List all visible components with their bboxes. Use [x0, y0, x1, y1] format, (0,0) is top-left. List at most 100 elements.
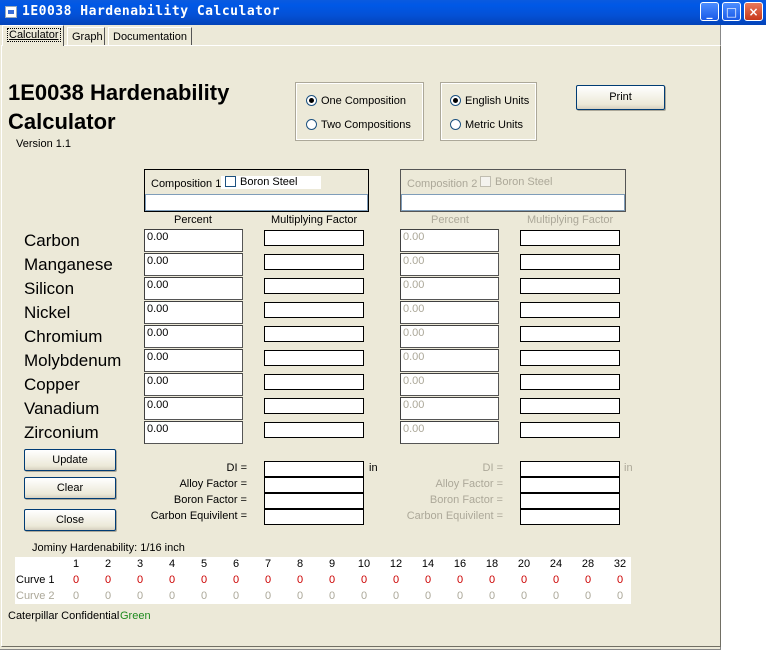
curve1-value: 0	[456, 574, 464, 586]
boron-factor-label-2: Boron Factor =	[429, 494, 503, 506]
percent2-input: 0.00	[400, 325, 499, 348]
jominy-distance: 14	[421, 558, 435, 570]
element-name: Vanadium	[24, 399, 100, 418]
update-button[interactable]: Update	[24, 449, 116, 471]
factor1-output	[264, 422, 364, 438]
curve1-value: 0	[200, 574, 208, 586]
jominy-distance: 9	[328, 558, 336, 570]
percent1-input[interactable]: 0.00	[144, 373, 243, 396]
jominy-distance: 32	[613, 558, 627, 570]
close-window-button[interactable]: ×	[744, 2, 763, 21]
composition1-label: Composition 1	[151, 178, 222, 190]
percent1-input[interactable]: 0.00	[144, 277, 243, 300]
confidential-label: Caterpillar Confidential	[8, 610, 120, 622]
jominy-distance: 12	[389, 558, 403, 570]
curve2-value: 0	[200, 590, 208, 602]
percent2-input: 0.00	[400, 373, 499, 396]
curve1-value: 0	[104, 574, 112, 586]
minimize-button[interactable]: _	[700, 2, 719, 21]
status-label: Green	[120, 610, 151, 622]
curve2-value: 0	[424, 590, 432, 602]
percent1-input[interactable]: 0.00	[144, 421, 243, 444]
radio-metric-units[interactable]: Metric Units	[450, 119, 523, 131]
radio-dot	[450, 95, 461, 106]
curve2-value: 0	[584, 590, 592, 602]
factor2-output	[520, 422, 620, 438]
version-label: Version 1.1	[16, 138, 72, 150]
jominy-distance: 18	[485, 558, 499, 570]
curve1-value: 0	[264, 574, 272, 586]
boron-steel-checkbox-2: Boron Steel	[476, 176, 552, 189]
composition1-name-input[interactable]	[145, 194, 368, 211]
percent1-input[interactable]: 0.00	[144, 253, 243, 276]
radio-one-composition[interactable]: One Composition	[306, 95, 406, 107]
factor2-output	[520, 326, 620, 342]
app-title-line1: 1E0038 Hardenability	[8, 80, 230, 105]
alloy-factor-label-2: Alloy Factor =	[435, 478, 503, 490]
curve1-value: 0	[488, 574, 496, 586]
curve2-value: 0	[552, 590, 560, 602]
curve2-value: 0	[296, 590, 304, 602]
curve2-value: 0	[456, 590, 464, 602]
di-output-1	[264, 461, 364, 477]
curve1-value: 0	[520, 574, 528, 586]
curve1-value: 0	[232, 574, 240, 586]
percent1-input[interactable]: 0.00	[144, 229, 243, 252]
app-icon[interactable]	[5, 6, 17, 18]
factor1-output	[264, 254, 364, 270]
carbon-equiv-output-2	[520, 509, 620, 525]
curve2-value: 0	[328, 590, 336, 602]
jominy-distance: 8	[296, 558, 304, 570]
percent1-input[interactable]: 0.00	[144, 301, 243, 324]
curve2-value: 0	[488, 590, 496, 602]
percent1-input[interactable]: 0.00	[144, 325, 243, 348]
element-name: Silicon	[24, 279, 75, 298]
composition2-percent-header: Percent	[431, 214, 469, 226]
close-button[interactable]: Close	[24, 509, 116, 531]
tab-calculator[interactable]: Calculator	[2, 25, 64, 46]
clear-button[interactable]: Clear	[24, 477, 116, 499]
curve2-value: 0	[136, 590, 144, 602]
jominy-distance: 3	[136, 558, 144, 570]
radio-english-units[interactable]: English Units	[450, 95, 529, 107]
radio-dot	[450, 119, 461, 130]
percent1-input[interactable]: 0.00	[144, 349, 243, 372]
curve1-value: 0	[392, 574, 400, 586]
element-name: Molybdenum	[24, 351, 122, 370]
boron-steel-checkbox-1[interactable]: Boron Steel	[221, 176, 321, 189]
curve1-value: 0	[136, 574, 144, 586]
curve1-value: 0	[584, 574, 592, 586]
factor2-output	[520, 230, 620, 246]
curve2-value: 0	[264, 590, 272, 602]
composition1-percent-header: Percent	[174, 214, 212, 226]
factor1-output	[264, 374, 364, 390]
jominy-distance: 7	[264, 558, 272, 570]
tab-graph[interactable]: Graph	[67, 27, 105, 45]
composition2-name-input	[401, 194, 625, 211]
factor2-output	[520, 302, 620, 318]
radio-two-compositions[interactable]: Two Compositions	[306, 119, 411, 131]
curve2-label: Curve 2	[16, 590, 55, 602]
radio-dot	[306, 95, 317, 106]
maximize-button[interactable]: □	[722, 2, 741, 21]
factor1-output	[264, 278, 364, 294]
di-unit-2: in	[624, 462, 633, 474]
alloy-factor-output-1	[264, 477, 364, 493]
di-unit-1: in	[369, 462, 378, 474]
checkbox-box	[225, 176, 236, 187]
print-button[interactable]: Print	[576, 85, 665, 110]
factor2-output	[520, 278, 620, 294]
app-title-line2: Calculator	[8, 109, 116, 134]
percent2-input: 0.00	[400, 253, 499, 276]
composition-mode-group	[295, 82, 424, 141]
alloy-factor-output-2	[520, 477, 620, 493]
tab-documentation[interactable]: Documentation	[108, 27, 192, 45]
curve1-value: 0	[360, 574, 368, 586]
boron-factor-output-2	[520, 493, 620, 509]
factor2-output	[520, 374, 620, 390]
element-name: Manganese	[24, 255, 113, 274]
percent1-input[interactable]: 0.00	[144, 397, 243, 420]
percent2-input: 0.00	[400, 421, 499, 444]
units-group	[440, 82, 537, 141]
factor1-output	[264, 302, 364, 318]
